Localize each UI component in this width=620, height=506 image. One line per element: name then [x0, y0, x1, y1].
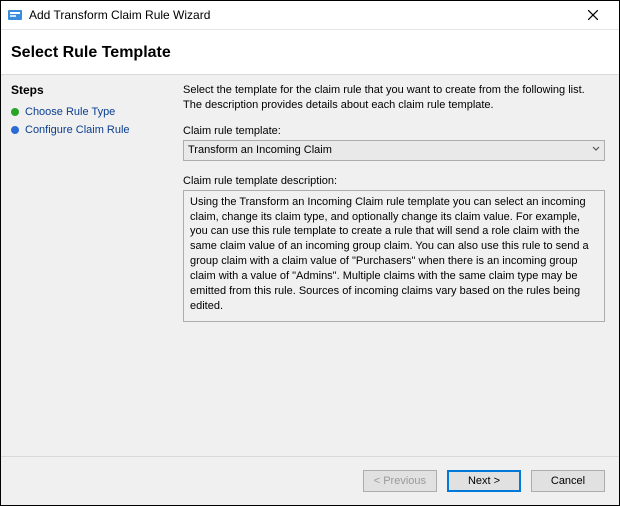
wizard-footer: < Previous Next > Cancel	[1, 456, 619, 505]
window-title: Add Transform Claim Rule Wizard	[29, 8, 573, 22]
steps-panel: Steps Choose Rule Type Configure Claim R…	[1, 75, 173, 456]
close-icon	[588, 10, 598, 20]
previous-button: < Previous	[363, 470, 437, 492]
step-label: Choose Rule Type	[25, 106, 115, 118]
next-button[interactable]: Next >	[447, 470, 521, 492]
content-panel: Select the template for the claim rule t…	[173, 75, 619, 456]
step-choose-rule-type[interactable]: Choose Rule Type	[11, 103, 163, 121]
description-label: Claim rule template description:	[183, 175, 605, 187]
step-bullet-active-icon	[11, 108, 19, 116]
cancel-button[interactable]: Cancel	[531, 470, 605, 492]
app-icon	[7, 7, 23, 23]
wizard-body: Steps Choose Rule Type Configure Claim R…	[1, 74, 619, 456]
template-description: Using the Transform an Incoming Claim ru…	[183, 190, 605, 323]
titlebar: Add Transform Claim Rule Wizard	[1, 1, 619, 30]
intro-text: Select the template for the claim rule t…	[183, 83, 605, 113]
step-configure-claim-rule[interactable]: Configure Claim Rule	[11, 121, 163, 139]
chevron-down-icon	[584, 144, 600, 156]
page-title: Select Rule Template	[1, 30, 619, 74]
claim-rule-template-select[interactable]: Transform an Incoming Claim	[183, 140, 605, 161]
template-label: Claim rule template:	[183, 125, 605, 137]
steps-heading: Steps	[11, 83, 163, 97]
select-value: Transform an Incoming Claim	[188, 144, 584, 156]
step-bullet-pending-icon	[11, 126, 19, 134]
step-label: Configure Claim Rule	[25, 124, 130, 136]
close-button[interactable]	[573, 1, 613, 29]
wizard-window: Add Transform Claim Rule Wizard Select R…	[0, 0, 620, 506]
